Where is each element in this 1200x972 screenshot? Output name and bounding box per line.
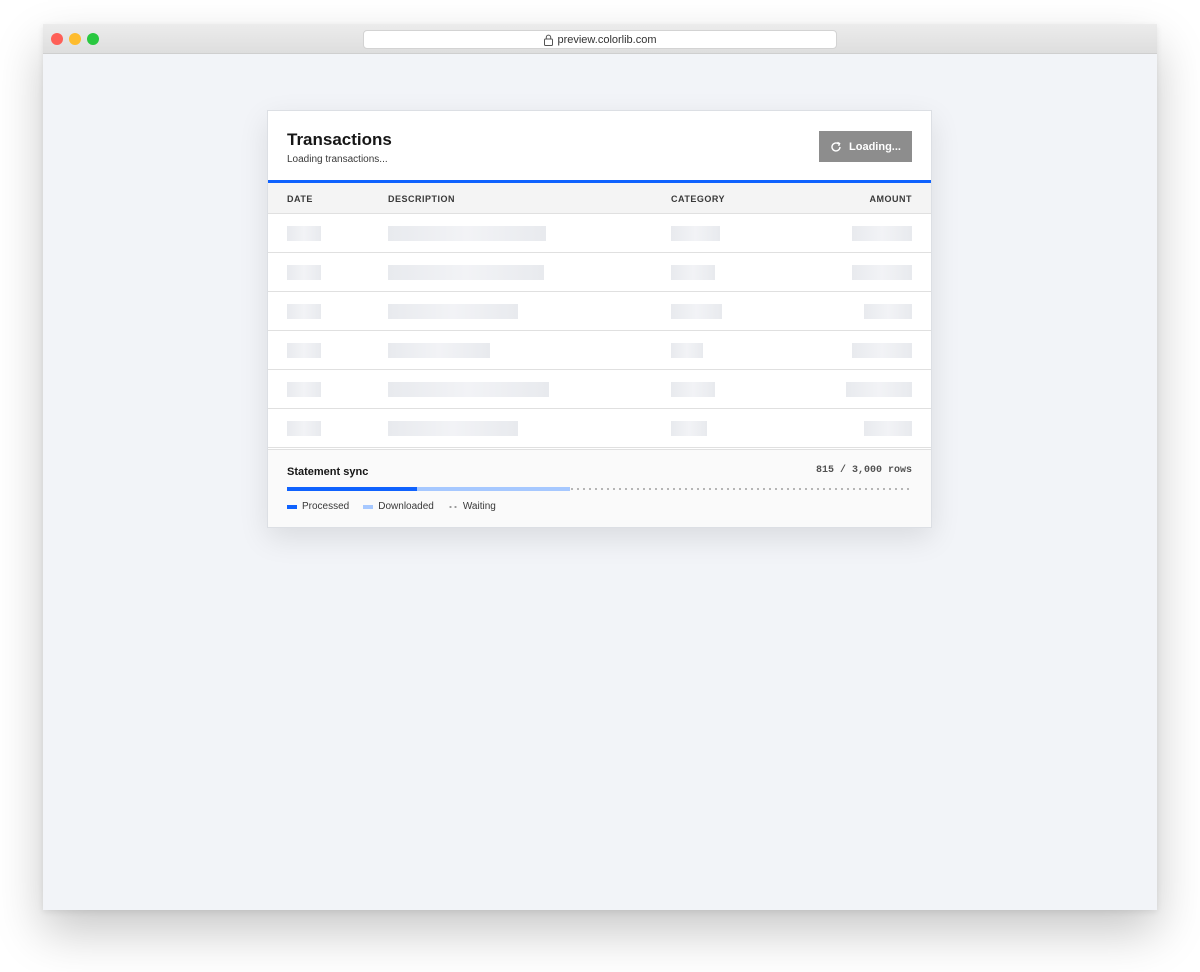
skeleton-date — [287, 382, 321, 397]
legend-swatch-downloaded — [363, 504, 374, 509]
table-row[interactable] — [268, 331, 931, 370]
legend-item-processed: Processed — [287, 501, 349, 512]
skeleton-amount — [852, 265, 912, 280]
card-header: Transactions Loading transactions... Loa… — [268, 111, 931, 183]
sync-footer: Statement sync 815 / 3,000 rows Processe… — [268, 449, 931, 527]
skeleton-date — [287, 343, 321, 358]
progress-processed-segment — [287, 487, 417, 491]
browser-window: preview.colorlib.com Transactions Loadin… — [43, 24, 1157, 910]
lock-icon — [544, 34, 554, 46]
legend-label-processed: Processed — [302, 501, 350, 512]
skeleton-amount — [852, 226, 912, 241]
skeleton-description — [388, 382, 549, 397]
transactions-card: Transactions Loading transactions... Loa… — [267, 110, 932, 528]
skeleton-amount — [846, 382, 912, 397]
column-header-amount[interactable]: AMOUNT — [870, 194, 913, 204]
skeleton-category — [671, 265, 715, 280]
legend-item-downloaded: Downloaded — [363, 501, 434, 512]
skeleton-category — [671, 304, 722, 319]
maximize-window-button[interactable] — [87, 33, 99, 45]
sync-label: Statement sync — [287, 466, 369, 478]
skeleton-category — [671, 226, 720, 241]
table-row[interactable] — [268, 292, 931, 331]
minimize-window-button[interactable] — [69, 33, 81, 45]
table-row[interactable] — [268, 409, 931, 448]
skeleton-date — [287, 421, 321, 436]
browser-titlebar: preview.colorlib.com — [43, 24, 1157, 54]
skeleton-description — [388, 265, 544, 280]
legend-item-waiting: Waiting — [447, 501, 496, 512]
skeleton-category — [671, 382, 715, 397]
skeleton-amount — [864, 304, 912, 319]
legend-swatch-processed — [287, 504, 297, 509]
table-row[interactable] — [268, 253, 931, 292]
skeleton-category — [671, 343, 703, 358]
skeleton-description — [388, 304, 518, 319]
page-subtitle: Loading transactions... — [287, 154, 388, 165]
table-row[interactable] — [268, 214, 931, 253]
skeleton-description — [388, 343, 490, 358]
table-row[interactable] — [268, 370, 931, 409]
legend-label-downloaded: Downloaded — [378, 501, 434, 512]
address-bar[interactable]: preview.colorlib.com — [363, 30, 837, 49]
sync-progress-bar — [287, 487, 912, 491]
skeleton-date — [287, 226, 321, 241]
skeleton-description — [388, 421, 518, 436]
loading-button-label: Loading... — [849, 140, 901, 153]
table-body — [268, 214, 931, 448]
column-header-category[interactable]: CATEGORY — [671, 194, 725, 204]
skeleton-category — [671, 421, 707, 436]
legend-label-waiting: Waiting — [462, 501, 496, 512]
column-header-date[interactable]: DATE — [287, 194, 313, 204]
progress-legend: Processed Downloaded Waiting — [287, 501, 496, 512]
skeleton-description — [388, 226, 546, 241]
skeleton-amount — [852, 343, 912, 358]
skeleton-amount — [864, 421, 912, 436]
page-title: Transactions — [287, 130, 392, 149]
sync-count: 815 / 3,000 rows — [815, 465, 912, 476]
loading-button[interactable]: Loading... — [819, 131, 912, 162]
column-header-description[interactable]: DESCRIPTION — [388, 194, 455, 204]
legend-swatch-waiting — [447, 504, 458, 509]
refresh-icon — [831, 141, 841, 152]
close-window-button[interactable] — [51, 33, 63, 45]
skeleton-date — [287, 265, 321, 280]
skeleton-date — [287, 304, 321, 319]
table-header: DATE DESCRIPTION CATEGORY AMOUNT — [268, 183, 931, 214]
url-text: preview.colorlib.com — [557, 33, 657, 46]
